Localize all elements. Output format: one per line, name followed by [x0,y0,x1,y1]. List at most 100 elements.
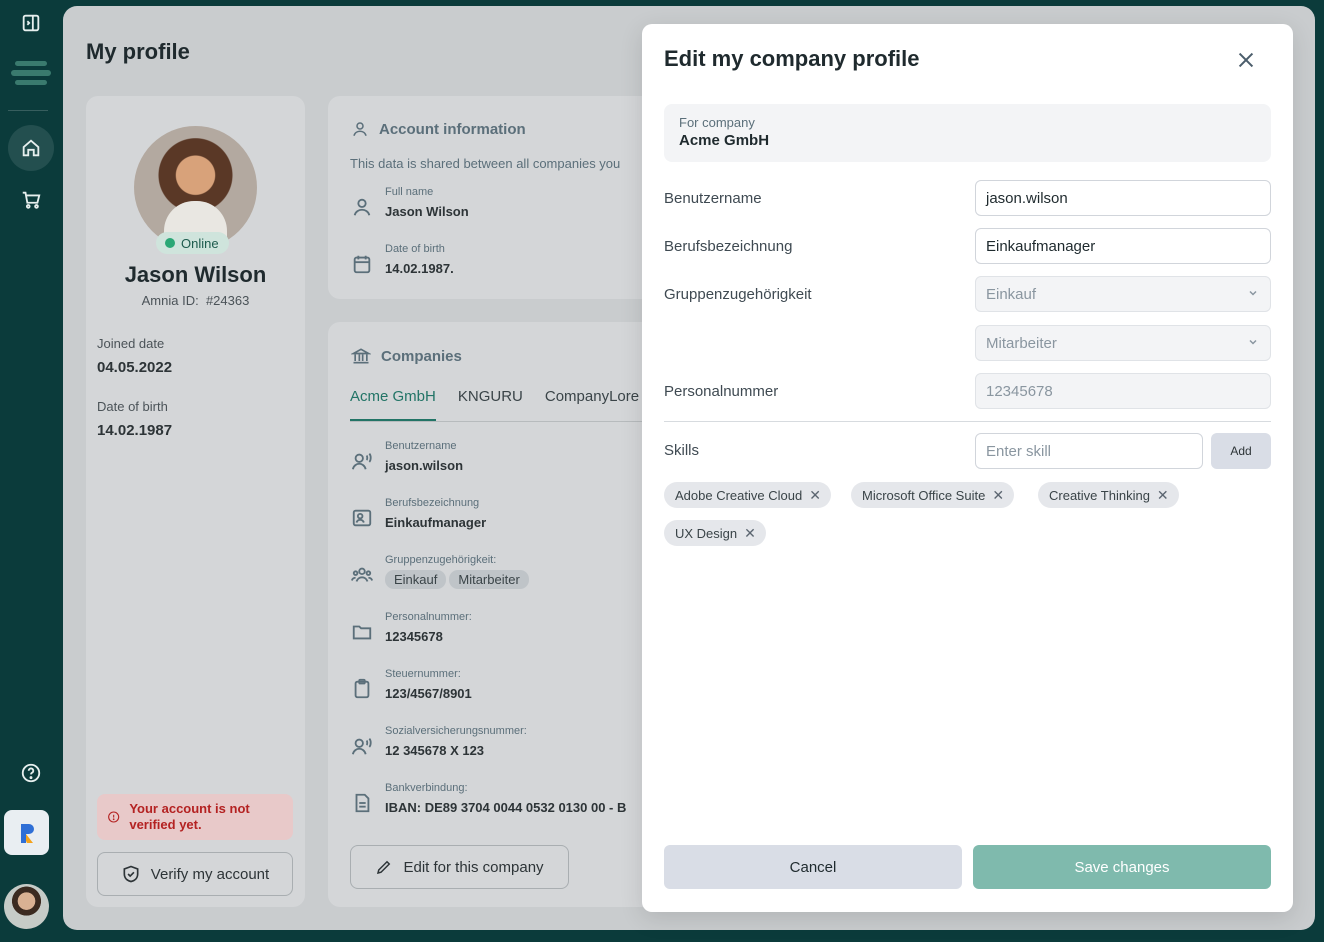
cart-icon[interactable] [8,177,54,223]
rail-divider [8,110,48,111]
remove-skill-icon[interactable]: ✕ [809,487,821,504]
tab-knguru[interactable]: KNGURU [458,388,523,421]
remove-skill-icon[interactable]: ✕ [744,525,756,542]
remove-skill-icon[interactable]: ✕ [992,487,1004,504]
add-skill-button[interactable]: Add [1211,433,1271,469]
edit-company-label: Edit for this company [403,858,544,876]
pencil-icon [377,860,391,875]
company-field-row: Benutzername jason.wilson [351,440,463,473]
verification-warning: Your account is not verified yet. [97,794,293,840]
cancel-button[interactable]: Cancel [664,845,962,889]
clipboard-icon [354,678,370,699]
close-icon [1238,52,1254,68]
close-button[interactable] [1234,48,1258,72]
account-dob-value: 14.02.1987. [385,261,454,276]
sidebar-toggle-icon[interactable] [8,0,54,46]
job-title-label: Berufsbezeichnung [664,238,793,255]
job-title-input[interactable]: Einkaufmanager [975,228,1271,264]
account-dob-row: Date of birth 14.02.1987. [351,243,454,276]
tab-companylore[interactable]: CompanyLore [545,388,639,421]
help-icon[interactable] [8,750,54,796]
profile-name: Jason Wilson [124,262,267,287]
verify-account-button[interactable]: Verify my account [97,852,293,896]
chevron-down-icon [1249,339,1257,345]
group-select[interactable]: Einkauf [975,276,1271,312]
companies-title-text: Companies [381,347,462,365]
page-title: My profile [86,39,190,64]
save-changes-button[interactable]: Save changes [973,845,1271,889]
online-dot-icon [165,238,175,248]
username-input[interactable]: jason.wilson [975,180,1271,216]
user-icon [353,198,371,216]
company-field-label: Berufsbezeichnung [385,497,480,509]
skill-tag: Adobe Creative Cloud ✕ [664,482,831,508]
group-chip: Einkauf [385,570,447,589]
group-label: Gruppenzugehörigkeit [664,286,812,303]
profile-card: Online Jason Wilson Amnia ID: #24363 Joi… [86,96,305,907]
form-divider [664,421,1271,422]
profile-id-label: Amnia ID: [141,293,199,308]
user-avatar[interactable] [4,884,49,929]
skill-input[interactable]: Enter skill [975,433,1203,469]
edit-company-button[interactable]: Edit for this company [350,845,569,889]
status-badge: Online [156,232,229,254]
account-info-title-text: Account information [379,120,526,138]
company-field-label: Steuernummer: [385,668,461,680]
group-icon [351,567,373,582]
company-field-row: Gruppenzugehörigkeit: Einkauf Mitarbeiter [351,554,532,589]
company-field-value: 12 345678 X 123 [385,743,485,758]
app-logo-icon[interactable] [4,810,49,855]
account-dob-label: Date of birth [385,243,445,255]
skill-tag-label: Adobe Creative Cloud [675,487,803,503]
account-info-subtitle: This data is shared between all companie… [350,156,621,171]
calendar-icon [353,255,371,274]
profile-avatar [134,126,257,249]
companies-title: Companies [351,346,462,366]
id-card-icon [352,509,372,527]
company-field-label: Personalnummer: [385,611,472,623]
skill-tag: UX Design ✕ [664,520,766,546]
role-select[interactable]: Mitarbeiter [975,325,1271,361]
user-voice-icon [351,453,372,470]
company-context-box: For company Acme GmbH [664,104,1271,162]
company-caption: For company [679,115,755,130]
skill-tag-label: Creative Thinking [1049,487,1150,503]
bank-icon [351,348,371,364]
chevron-down-icon [1249,290,1257,296]
user-voice-icon [351,738,372,755]
group-select-value: Einkauf [986,285,1037,303]
skill-tag: Creative Thinking ✕ [1038,482,1179,508]
fullname-label: Full name [385,186,434,198]
skill-tag-label: Microsoft Office Suite [862,487,986,503]
company-field-value: IBAN: DE89 3704 0044 0532 0130 00 - B [385,800,627,815]
fullname-value: Jason Wilson [385,204,469,219]
info-icon [108,811,120,823]
personal-number-input[interactable]: 12345678 [975,373,1271,409]
skill-tag-label: UX Design [675,525,738,541]
tab-acme[interactable]: Acme GmbH [350,388,436,421]
company-field-row: Personalnummer: 12345678 [351,611,472,644]
company-name: Acme GmbH [679,132,770,149]
company-field-row: Sozialversicherungsnummer: 12 345678 X 12… [351,725,527,758]
home-icon[interactable] [8,125,54,171]
shield-check-icon [123,865,139,883]
profile-id-value: #24363 [205,293,250,308]
left-rail [0,0,63,942]
warning-text: Your account is not verified yet. [129,801,250,832]
user-icon [353,122,367,136]
remove-skill-icon[interactable]: ✕ [1157,487,1169,504]
group-chip: Mitarbeiter [449,570,529,589]
account-info-title: Account information [351,120,526,138]
folder-icon [352,625,372,640]
fullname-row: Full name Jason Wilson [351,186,469,219]
company-field-label: Gruppenzugehörigkeit: [385,554,497,566]
company-field-value: jason.wilson [385,458,464,473]
company-field-row: Bankverbindung: IBAN: DE89 3704 0044 0532… [351,782,626,815]
group-chips: Einkauf Mitarbeiter [385,570,532,589]
dob-label: Date of birth [97,399,168,414]
logo-icon[interactable] [8,50,54,96]
profile-id: Amnia ID: #24363 [86,293,305,308]
company-field-value: 123/4567/8901 [385,686,472,701]
company-field-label: Benutzername [385,440,457,452]
document-icon [355,793,370,813]
